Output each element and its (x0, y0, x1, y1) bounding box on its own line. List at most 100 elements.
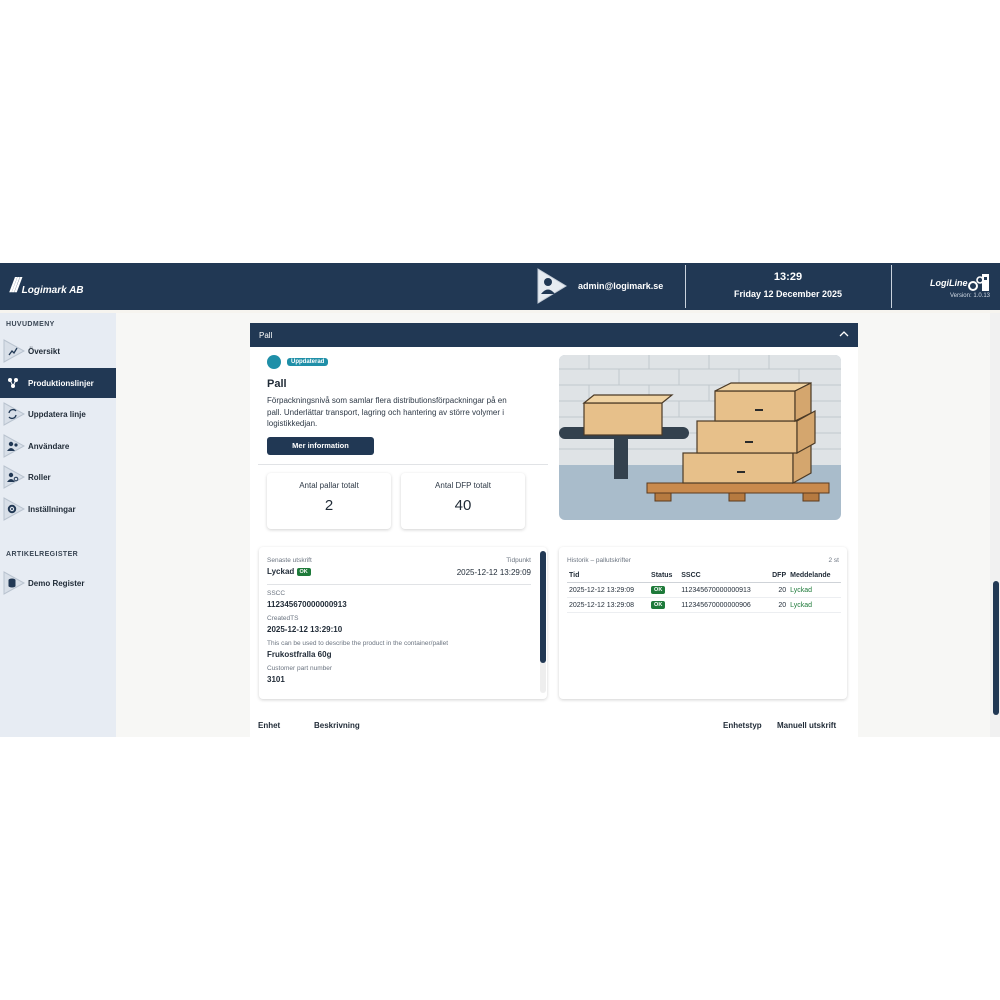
pallet-illustration (559, 355, 841, 520)
sidebar-item-label: Demo Register (28, 578, 85, 588)
column-header: DFP (766, 569, 789, 583)
app-window: /// Logimark AB admin@logimark.se 13:29 … (0, 263, 1000, 737)
ok-badge: OK (651, 586, 666, 594)
history-count: 2 st (828, 557, 839, 564)
timestamp-label: Tidpunkt (506, 557, 531, 564)
pall-panel-header[interactable]: Pall (250, 323, 858, 347)
sidebar-item-label: Produktionslinjer (28, 378, 94, 388)
sidebar-item-label: Uppdatera linje (28, 409, 86, 419)
latest-print-card: Senaste utskrift Tidpunkt Lyckad OK 2025… (259, 547, 547, 699)
cell-dfp: 20 (766, 582, 789, 598)
table-header-row: Tid Status SSCC DFP Meddelande (567, 569, 841, 583)
sidebar-item-label: Översikt (28, 346, 61, 356)
pall-panel: Pall Uppdaterad Pall Förpackningsnivå so… (250, 323, 858, 737)
sidebar-heading-register: ARTIKELREGISTER (6, 551, 79, 558)
cell-sscc: 112345670000000906 (679, 597, 767, 613)
user-gear-icon (3, 465, 25, 489)
column-header: Enhet (258, 721, 281, 730)
card-scrollbar-thumb[interactable] (540, 551, 546, 663)
field-key: Customer part number (267, 665, 333, 672)
status-text: Lyckad (267, 567, 295, 576)
sidebar-heading-main: HUVUDMENY (6, 321, 55, 328)
logo-mark-icon: /// (10, 275, 21, 297)
company-name: Logimark AB (21, 284, 84, 296)
clock-date: Friday 12 December 2025 (733, 289, 843, 299)
sidebar-item-installningar[interactable]: Inställningar (0, 494, 116, 524)
top-bar: /// Logimark AB admin@logimark.se 13:29 … (0, 263, 1000, 310)
database-icon (3, 571, 25, 595)
column-header: Beskrivning (314, 721, 360, 730)
field-key: SSCC (267, 590, 286, 597)
chart-line-icon (3, 339, 25, 363)
cell-message: Lyckad (788, 597, 841, 613)
users-icon (3, 434, 25, 458)
field-key: CreatedTS (267, 615, 299, 622)
user-avatar-icon[interactable] (536, 267, 568, 305)
latest-timestamp: 2025-12-12 13:29:09 (456, 568, 531, 577)
column-header: Enhetstyp (723, 721, 762, 730)
field-sscc: SSCC 112345670000000913 (267, 590, 347, 609)
stat-card-dfp: Antal DFP totalt 40 (401, 473, 525, 529)
pall-title: Pall (267, 378, 287, 390)
ok-badge: OK (296, 567, 311, 576)
company-logo[interactable]: /// Logimark AB (10, 276, 84, 296)
product-brand: LogiLine (930, 278, 968, 288)
cell-tid: 2025-12-12 13:29:08 (567, 597, 650, 613)
cell-status: OK (649, 597, 680, 613)
field-customer-part: Customer part number 3101 (267, 665, 332, 684)
sidebar-item-produktionslinjer[interactable]: Produktionslinjer (0, 368, 116, 398)
pall-description: Förpackningsnivå som samlar flera distri… (267, 396, 507, 428)
gear-icon (3, 497, 25, 521)
cell-dfp: 20 (766, 597, 789, 613)
sidebar-item-anvandare[interactable]: Användare (0, 431, 116, 461)
field-value: 112345670000000913 (267, 600, 347, 609)
sidebar-item-label: Roller (28, 472, 51, 482)
status-badge: Uppdaterad (287, 358, 329, 366)
column-header: Status (649, 569, 680, 583)
divider (891, 265, 892, 308)
divider (258, 464, 548, 465)
page-scrollbar-thumb[interactable] (993, 581, 999, 715)
table-row[interactable]: 2025-12-12 13:29:09 OK 11234567000000091… (567, 582, 841, 598)
cell-tid: 2025-12-12 13:29:09 (567, 582, 650, 598)
latest-label: Senaste utskrift (267, 557, 312, 564)
units-table-header: Enhet Beskrivning Enhetstyp Manuell utsk… (250, 715, 858, 735)
column-header: Manuell utskrift (777, 721, 837, 730)
stat-card-pallar: Antal pallar totalt 2 (267, 473, 391, 529)
status-dot-icon (267, 355, 281, 369)
sidebar-item-label: Inställningar (28, 504, 76, 514)
history-title: Historik – pallutskrifter (567, 557, 631, 564)
sidebar-item-uppdatera-linje[interactable]: Uppdatera linje (0, 399, 116, 429)
table-row[interactable]: 2025-12-12 13:29:08 OK 11234567000000090… (567, 597, 841, 613)
sidebar-item-oversikt[interactable]: Översikt (0, 336, 116, 366)
column-header: Meddelande (788, 569, 841, 583)
history-card: Historik – pallutskrifter 2 st Tid Statu… (559, 547, 847, 699)
cell-sscc: 112345670000000913 (679, 582, 767, 598)
ok-badge: OK (651, 601, 666, 609)
history-table: Tid Status SSCC DFP Meddelande 2025-12-1… (567, 569, 841, 613)
field-description: This can be used to describe the product… (267, 640, 448, 659)
sidebar-item-roller[interactable]: Roller (0, 462, 116, 492)
stat-value: 40 (454, 497, 472, 514)
chevron-up-icon[interactable] (839, 329, 849, 339)
latest-status: Lyckad OK (267, 567, 311, 576)
stat-label: Antal pallar totalt (299, 481, 359, 490)
refresh-icon (3, 402, 25, 426)
more-info-button[interactable]: Mer information (267, 437, 374, 455)
main-content: Pall Uppdaterad Pall Förpackningsnivå so… (116, 313, 990, 737)
version-label: Version: 1.0.13 (949, 293, 990, 299)
pall-panel-title: Pall (259, 331, 273, 340)
divider (267, 584, 531, 585)
clock-time: 13:29 (773, 271, 803, 283)
sidebar-item-demo-register[interactable]: Demo Register (0, 568, 116, 598)
field-key: This can be used to describe the product… (267, 640, 449, 647)
column-header: SSCC (679, 569, 767, 583)
user-email[interactable]: admin@logimark.se (578, 281, 663, 291)
field-created: CreatedTS 2025-12-12 13:29:10 (267, 615, 342, 634)
stat-value: 2 (324, 497, 334, 514)
brand-gear-icon (968, 274, 989, 291)
cell-message: Lyckad (788, 582, 841, 598)
sidebar-item-label: Användare (28, 441, 70, 451)
stat-label: Antal DFP totalt (435, 481, 491, 490)
column-header: Tid (567, 569, 650, 583)
